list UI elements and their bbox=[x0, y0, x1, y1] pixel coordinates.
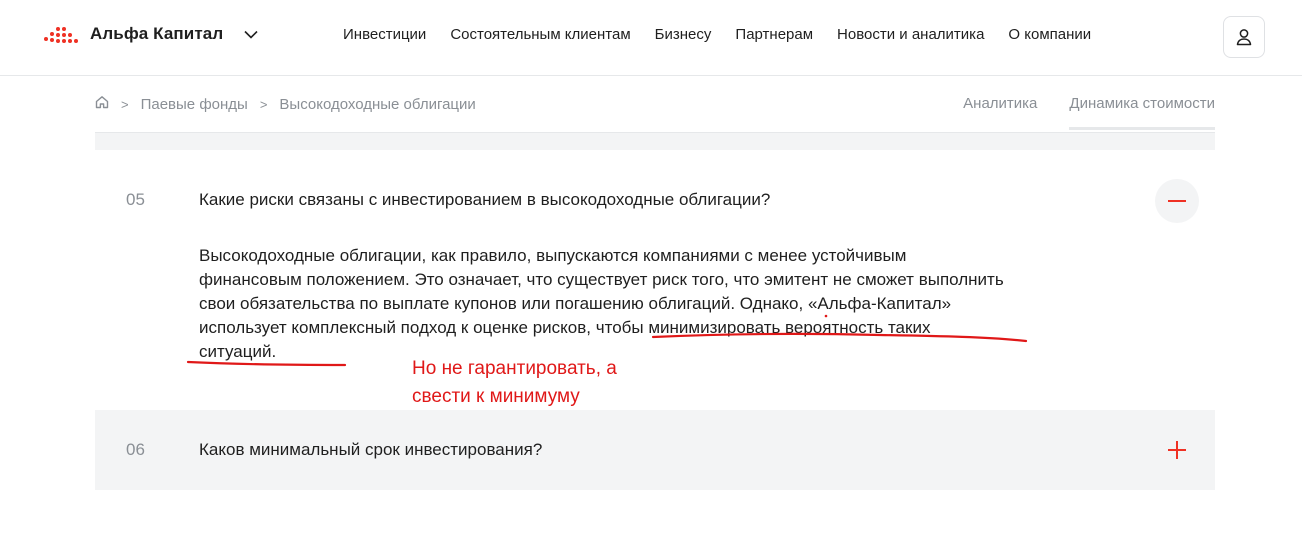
brand-name: Альфа Капитал bbox=[90, 24, 224, 43]
previous-faq-item-edge bbox=[95, 133, 1215, 150]
breadcrumb: > Паевые фонды > Высокодоходные облигаци… bbox=[95, 95, 476, 113]
breadcrumb-item-funds[interactable]: Паевые фонды bbox=[141, 96, 248, 113]
nav-item-business[interactable]: Бизнесу bbox=[655, 26, 712, 43]
answer-line: использует комплексный подход к оценке р… bbox=[199, 318, 931, 337]
chevron-down-icon[interactable] bbox=[243, 26, 259, 42]
breadcrumb-separator-icon: > bbox=[259, 96, 268, 112]
page-subtabs: Аналитика Динамика стоимости bbox=[963, 95, 1215, 130]
answer-line: свои обязательства по выплате купонов ил… bbox=[199, 294, 952, 313]
brand-logo[interactable]: Альфа Капитал bbox=[44, 23, 259, 45]
user-account-button[interactable] bbox=[1223, 16, 1265, 58]
tab-analytics[interactable]: Аналитика bbox=[963, 95, 1037, 130]
main-nav: Инвестиции Состоятельным клиентам Бизнес… bbox=[343, 26, 1091, 43]
plus-icon bbox=[1168, 441, 1186, 459]
annotation-line: Но не гарантировать, а bbox=[412, 358, 617, 379]
answer-line: ситуаций. bbox=[199, 342, 277, 361]
site-header: Альфа Капитал Инвестиции Состоятельным к… bbox=[0, 0, 1302, 76]
nav-item-partners[interactable]: Партнерам bbox=[735, 26, 813, 43]
nav-item-wealthy-clients[interactable]: Состоятельным клиентам bbox=[450, 26, 630, 43]
faq-question[interactable]: Каков минимальный срок инвестирования? bbox=[199, 440, 542, 460]
nav-item-news-analytics[interactable]: Новости и аналитика bbox=[837, 26, 984, 43]
minus-icon bbox=[1168, 200, 1186, 202]
alfa-dots-logo-icon bbox=[44, 23, 80, 45]
handwritten-annotation: Но не гарантировать, а свести к минимуму bbox=[412, 355, 617, 411]
faq-item-number: 05 bbox=[126, 190, 145, 209]
expand-button[interactable] bbox=[1155, 428, 1199, 472]
breadcrumb-separator-icon: > bbox=[121, 96, 129, 112]
nav-item-investments[interactable]: Инвестиции bbox=[343, 26, 426, 43]
faq-answer: Высокодоходные облигации, как правило, в… bbox=[199, 244, 1109, 364]
breadcrumb-item-current: Высокодоходные облигации bbox=[279, 95, 476, 113]
faq-question[interactable]: Какие риски связаны с инвестированием в … bbox=[199, 190, 770, 210]
answer-line: Высокодоходные облигации, как правило, в… bbox=[199, 246, 907, 265]
nav-item-about[interactable]: О компании bbox=[1008, 26, 1091, 43]
home-icon[interactable] bbox=[95, 95, 109, 113]
annotation-line: свести к минимуму bbox=[412, 386, 580, 407]
collapse-button[interactable] bbox=[1155, 179, 1199, 223]
faq-item-number: 06 bbox=[126, 440, 145, 459]
answer-line: финансовым положением. Это означает, что… bbox=[199, 270, 1004, 289]
tab-price-dynamics[interactable]: Динамика стоимости bbox=[1069, 95, 1215, 130]
user-icon bbox=[1236, 29, 1252, 46]
